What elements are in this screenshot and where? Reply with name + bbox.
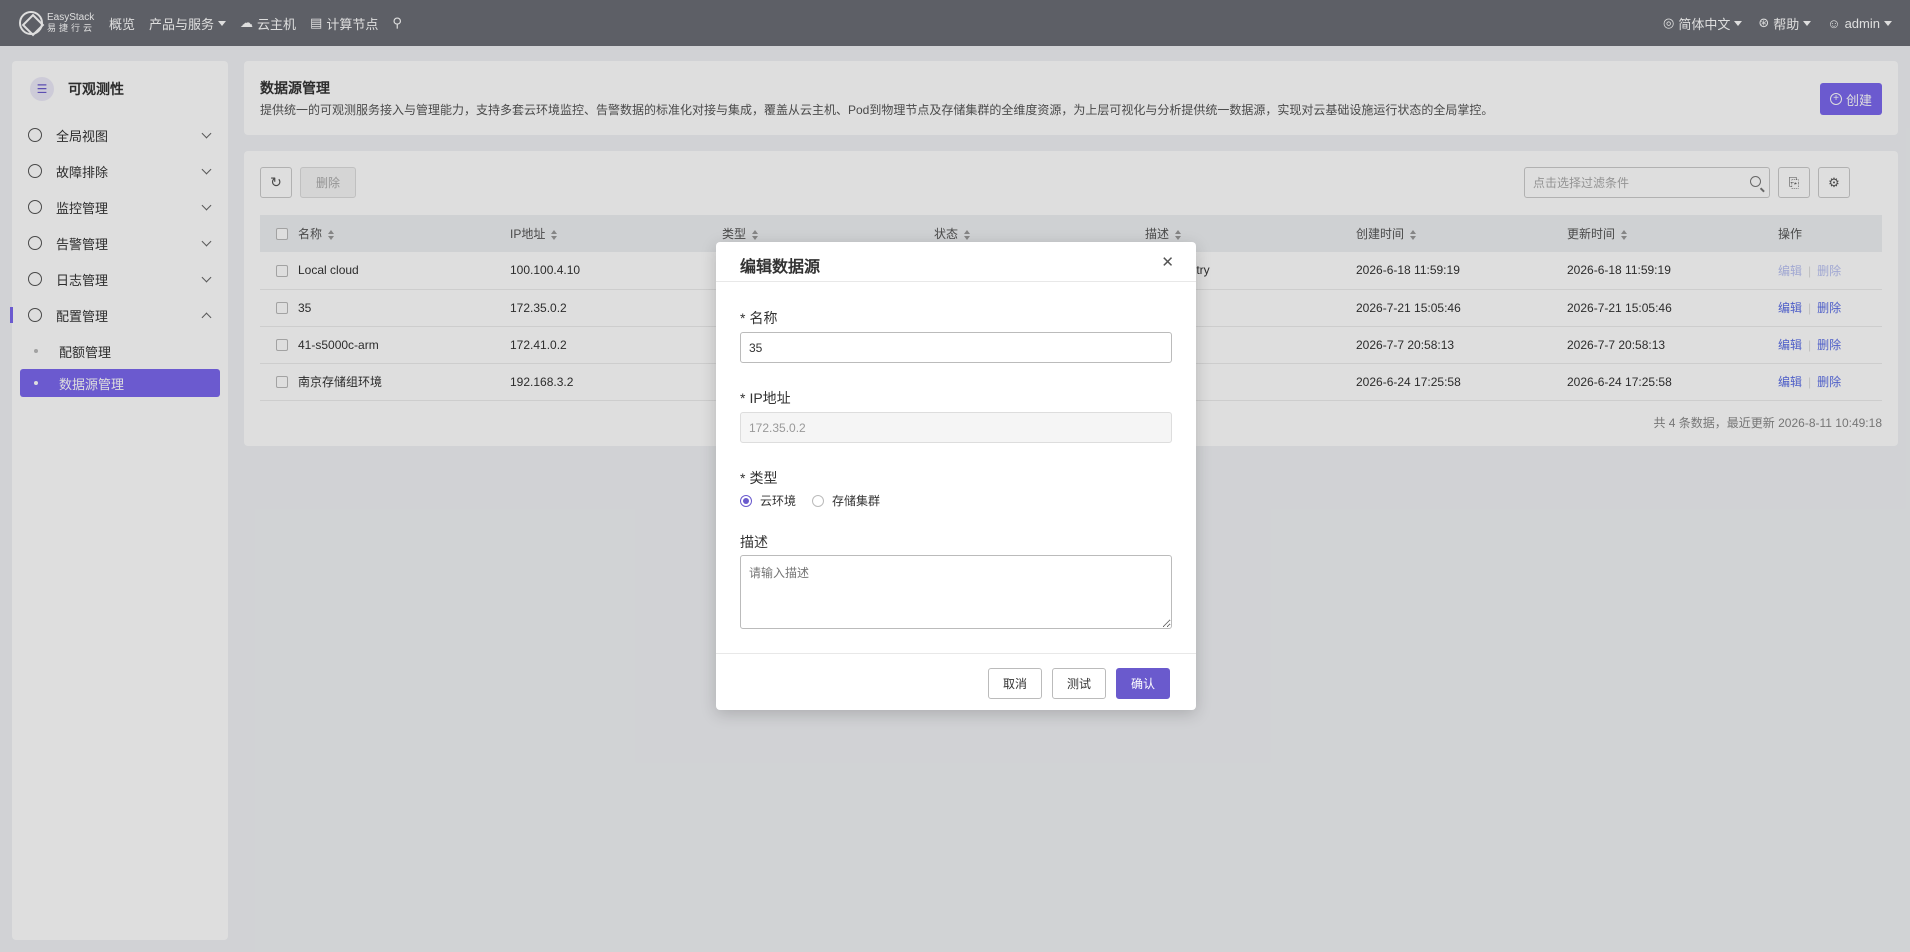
ip-label: * IP地址 [740,390,791,406]
type-label: * 类型 [740,470,778,486]
name-label: * 名称 [740,310,778,326]
radio-unchecked-icon [812,494,825,507]
desc-label: 描述 [740,534,768,550]
edit-datasource-modal: 编辑数据源 ✕ *名称 *IP地址 *类型 云环境 存储集群 描述 取消 测试 … [716,242,1196,710]
ip-input[interactable] [740,412,1172,443]
modal-header: 编辑数据源 ✕ [716,242,1196,282]
type-radio-group: 云环境 存储集群 [740,492,896,509]
type-radio-cloud[interactable]: 云环境 [740,492,796,509]
modal-footer: 取消 测试 确认 [716,653,1196,710]
confirm-button[interactable]: 确认 [1116,668,1171,699]
desc-textarea[interactable] [740,555,1172,629]
test-button[interactable]: 测试 [1052,668,1107,699]
cancel-button[interactable]: 取消 [988,668,1043,699]
modal-title: 编辑数据源 [740,259,821,276]
name-input[interactable] [740,332,1172,363]
radio-checked-icon [740,494,752,507]
close-icon[interactable]: ✕ [1161,253,1174,271]
type-radio-storage[interactable]: 存储集群 [812,492,880,509]
